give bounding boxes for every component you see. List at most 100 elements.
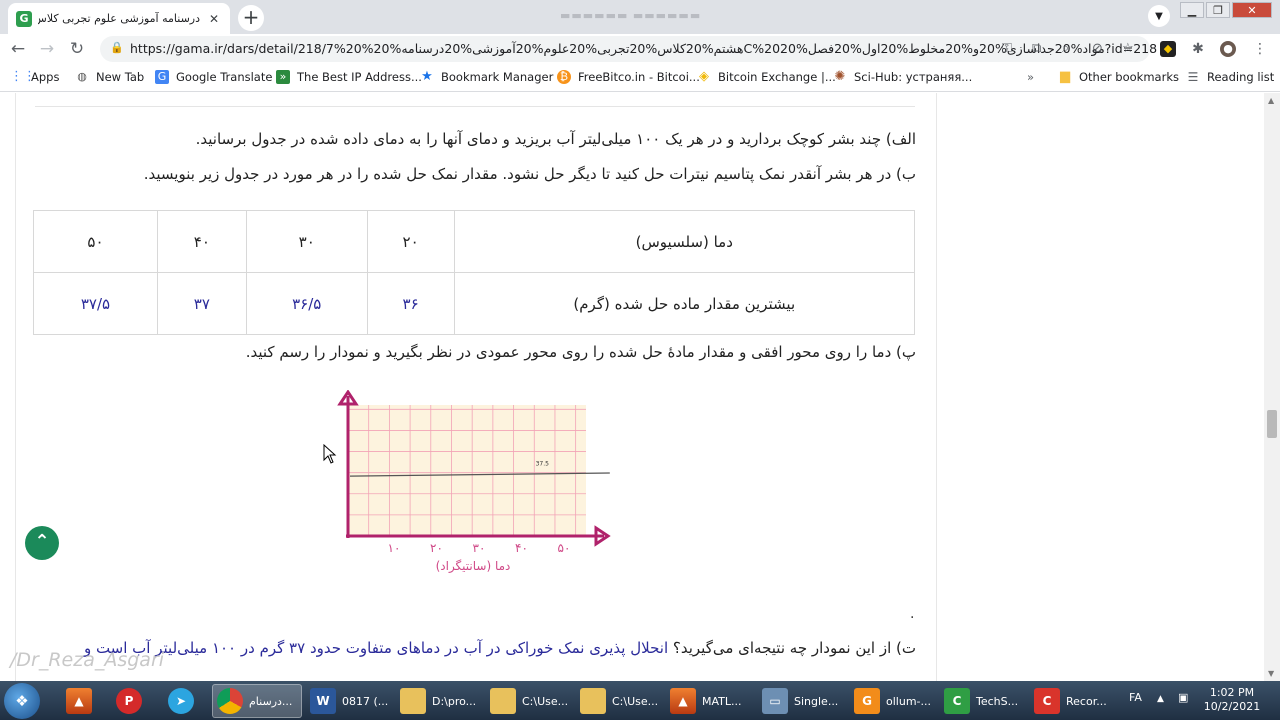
taskbar-item-techsmith[interactable]: C TechS... bbox=[940, 684, 1026, 718]
tray-expand-icon[interactable]: ▲ bbox=[1157, 694, 1164, 704]
scihub-icon: ✺ bbox=[834, 69, 846, 84]
bookmark-label: Apps bbox=[31, 70, 60, 84]
paragraph-b: ب) در هر بشر آنقدر نمک پتاسیم نیترات حل … bbox=[143, 165, 916, 183]
language-indicator[interactable]: FA bbox=[1129, 691, 1142, 704]
taskbar-label: 0817 (... bbox=[342, 694, 389, 708]
bookmark-best-ip[interactable]: » The Best IP Address... bbox=[276, 70, 422, 84]
restore-button[interactable]: ❐ bbox=[1206, 2, 1230, 18]
pdf-icon: G bbox=[854, 688, 880, 714]
bookmark-label: The Best IP Address... bbox=[297, 70, 422, 84]
taskbar-item-word[interactable]: W 0817 (... bbox=[306, 684, 392, 718]
table-cell: ۳۶/۵ bbox=[245, 272, 368, 335]
reload-icon[interactable]: ↻ bbox=[66, 38, 88, 60]
page-scrollbar[interactable]: ▲ ▼ bbox=[1264, 93, 1280, 681]
scrollbar-thumb[interactable] bbox=[1267, 410, 1277, 438]
profile-avatar-icon[interactable]: ● bbox=[1220, 41, 1236, 57]
bookmark-manager[interactable]: ★ Bookmark Manager bbox=[420, 69, 553, 85]
menu-kebab-icon[interactable]: ⋮ bbox=[1252, 41, 1268, 57]
divider bbox=[35, 106, 915, 107]
close-window-button[interactable]: ✕ bbox=[1232, 2, 1272, 18]
bookmark-freebitco[interactable]: ₿ FreeBitco.in - Bitcoi... bbox=[557, 70, 700, 84]
zoom-icon[interactable]: ⌕ bbox=[1062, 41, 1069, 56]
taskbar-item-chrome[interactable]: درسنام... bbox=[212, 684, 302, 718]
taskbar-item-window[interactable]: ▭ Single... bbox=[758, 684, 844, 718]
dot-mark: . bbox=[910, 606, 915, 622]
psiphon-icon: P bbox=[116, 688, 142, 714]
word-icon: W bbox=[310, 688, 336, 714]
page-content: الف) چند بشر کوچک بردارید و در هر یک ۱۰۰… bbox=[0, 93, 1264, 681]
bookmark-label: Bitcoin Exchange |... bbox=[718, 70, 836, 84]
tab-strip: G درسنامه آموزشی علوم تجربی کلاس هشتم ✕ … bbox=[0, 0, 1280, 34]
bookmark-google-translate[interactable]: G Google Translate bbox=[155, 70, 272, 84]
back-icon[interactable]: ← bbox=[7, 38, 29, 60]
scroll-up-icon[interactable]: ▲ bbox=[1268, 96, 1274, 105]
tab-title: درسنامه آموزشی علوم تجربی کلاس هشتم bbox=[38, 12, 200, 25]
bookmark-other[interactable]: ▆ Other bookmarks bbox=[1058, 69, 1179, 85]
forward-icon[interactable]: → bbox=[36, 38, 58, 60]
solubility-chart: 37.5 ۱۰ ۲۰ ۳۰ ۴۰ ۵۰ دما (سانتیگراد) bbox=[337, 390, 611, 574]
taskbar-label: ollum-... bbox=[886, 694, 931, 708]
key-icon[interactable]: ⚿ bbox=[1002, 41, 1012, 56]
table-cell: بیشترین مقدار ماده حل شده (گرم) bbox=[453, 272, 916, 335]
scroll-to-top-button[interactable]: ⌃ bbox=[25, 526, 59, 560]
translate-icon[interactable]: ⧉ bbox=[1032, 41, 1041, 56]
table-cell: ۳۷ bbox=[156, 272, 247, 335]
x-tick-labels: ۱۰ ۲۰ ۳۰ ۴۰ ۵۰ bbox=[388, 541, 571, 555]
folder-icon bbox=[400, 688, 426, 714]
folder-icon bbox=[490, 688, 516, 714]
windows-taskbar: ❖ ▲ P ➤ درسنام... W 0817 (... D:\pro... … bbox=[0, 681, 1280, 720]
taskbar-item-folder[interactable]: D:\pro... bbox=[396, 684, 482, 718]
mouse-cursor-icon bbox=[323, 444, 337, 464]
taskbar-clock[interactable]: 1:02 PM 10/2/2021 bbox=[1196, 686, 1268, 714]
bookmarks-overflow-icon[interactable]: » bbox=[1027, 70, 1034, 84]
taskbar-item-folder[interactable]: C:\Use... bbox=[576, 684, 662, 718]
extensions-puzzle-icon[interactable]: ✱ bbox=[1190, 41, 1206, 57]
data-label: 37.5 bbox=[536, 461, 550, 468]
eye-off-icon[interactable]: ⊘ bbox=[1092, 41, 1103, 56]
x-tick-label: ۵۰ bbox=[558, 541, 571, 555]
table-cell: ۳۶ bbox=[366, 272, 455, 335]
taskbar-label: C:\Use... bbox=[522, 694, 569, 708]
binance-icon: ◈ bbox=[699, 69, 709, 84]
taskbar-label: TechS... bbox=[976, 694, 1019, 708]
taskbar-item-camtasia[interactable]: C Recor... bbox=[1030, 684, 1116, 718]
taskbar-item[interactable]: P bbox=[112, 684, 150, 718]
taskbar-item-matlab[interactable]: ▲ MATL... bbox=[666, 684, 752, 718]
bookmark-bitcoin-exchange[interactable]: ◈ Bitcoin Exchange |... bbox=[697, 69, 836, 85]
start-button[interactable]: ❖ bbox=[4, 683, 40, 719]
chrome-menu-dropdown-icon[interactable]: ▼ bbox=[1148, 5, 1170, 27]
table-row: بیشترین مقدار ماده حل شده (گرم) ۳۶ ۳۶/۵ … bbox=[33, 272, 916, 335]
lock-icon[interactable]: 🔒 bbox=[110, 41, 124, 54]
paragraph-a: الف) چند بشر کوچک بردارید و در هر یک ۱۰۰… bbox=[195, 130, 916, 148]
taskbar-label: D:\pro... bbox=[432, 694, 477, 708]
network-icon[interactable]: ▣ bbox=[1178, 691, 1188, 704]
address-bar[interactable]: 🔒 https://gama.ir/dars/detail/218/7%20%ه… bbox=[100, 36, 1157, 62]
extension-icon[interactable]: ◆ bbox=[1160, 41, 1176, 57]
bookmark-label: Sci-Hub: устраняя... bbox=[854, 70, 973, 84]
star-icon: ★ bbox=[421, 69, 433, 84]
question-answer: انحلال پذیری نمک خوراکی در آب در دماهای … bbox=[83, 639, 673, 657]
gama-favicon-icon: G bbox=[16, 10, 32, 27]
taskbar-item[interactable]: ➤ bbox=[164, 684, 202, 718]
taskbar-label: MATL... bbox=[702, 694, 742, 708]
taskbar-label: درسنام... bbox=[249, 694, 293, 708]
clock-time: 1:02 PM bbox=[1209, 686, 1255, 699]
bookmark-new-tab[interactable]: ◍ New Tab bbox=[75, 70, 144, 84]
taskbar-item[interactable]: ▲ bbox=[62, 684, 100, 718]
question-t: ت) از این نمودار چه نتیجه‌ای می‌گیرید؟ ا… bbox=[84, 639, 916, 657]
tab-close-icon[interactable]: ✕ bbox=[206, 12, 222, 26]
bookmark-reading-list[interactable]: ☰ Reading list bbox=[1186, 70, 1275, 84]
taskbar-item-pdf[interactable]: G ollum-... bbox=[850, 684, 936, 718]
taskbar-item-folder[interactable]: C:\Use... bbox=[486, 684, 572, 718]
bookmark-apps[interactable]: ⋮⋮ Apps bbox=[10, 70, 60, 85]
folder-icon: ▆ bbox=[1060, 69, 1070, 84]
folder-icon bbox=[580, 688, 606, 714]
browser-tab[interactable]: G درسنامه آموزشی علوم تجربی کلاس هشتم ✕ bbox=[8, 3, 230, 34]
new-tab-button[interactable]: + bbox=[238, 5, 264, 31]
table-cell: ۳۷/۵ bbox=[33, 272, 158, 335]
bookmark-scihub[interactable]: ✺ Sci-Hub: устраняя... bbox=[833, 69, 973, 85]
table-cell: ۲۰ bbox=[366, 210, 455, 273]
scroll-down-icon[interactable]: ▼ bbox=[1268, 669, 1274, 678]
minimize-button[interactable]: ▁ bbox=[1180, 2, 1204, 18]
bookmark-star-icon[interactable]: ☆ bbox=[1122, 41, 1134, 56]
